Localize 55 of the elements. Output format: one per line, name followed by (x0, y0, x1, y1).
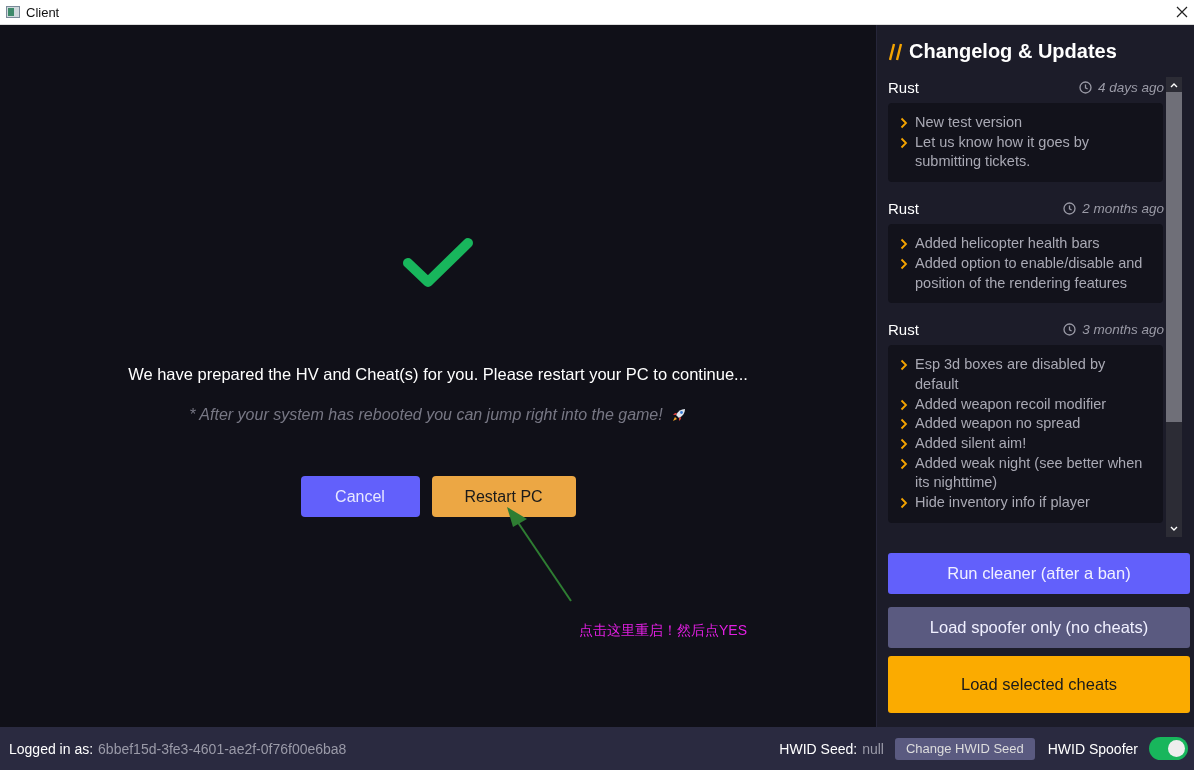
changelog-item: New test version (915, 113, 1023, 132)
scrollbar-thumb[interactable] (1166, 92, 1182, 422)
entry-time: 3 months ago (1082, 321, 1164, 337)
window-title: Client (26, 4, 60, 20)
entry-game: Rust (888, 320, 919, 338)
clock-icon (1063, 201, 1077, 215)
dialog-button[interactable]: Restart PC (431, 476, 576, 517)
change-seed-button[interactable]: Change HWID Seed (894, 737, 1035, 760)
changelog-item: Hide inventory info if player (915, 493, 1090, 513)
logged-in-label: Logged in as: (9, 740, 94, 757)
entry-time: 4 days ago (1097, 79, 1164, 95)
spoofer-toggle[interactable] (1149, 737, 1188, 760)
action-button[interactable]: Run cleaner (after a ban) (888, 553, 1190, 594)
entry-game: Rust (888, 199, 919, 217)
entry-game: Rust (888, 78, 919, 96)
changelog-item: Added weapon recoil modifier (915, 394, 1107, 414)
chevron-icon (900, 497, 908, 510)
scroll-down-icon[interactable] (1170, 526, 1178, 532)
rocket-icon (670, 407, 687, 423)
changelog-item: Added weak night (see better when its nighttime) (915, 453, 1144, 493)
reboot-note: * After your system has rebooted you can jump right into the game! (189, 406, 663, 424)
chevron-icon (900, 418, 908, 431)
changelog-item: Let us know how it goes by submitting tickets. (915, 132, 1091, 172)
chevron-icon (900, 257, 908, 270)
chevron-icon (900, 438, 908, 451)
clock-icon (1063, 322, 1077, 336)
close-icon[interactable] (1176, 6, 1188, 18)
spoofer-label: HWID Spoofer (1047, 740, 1138, 757)
action-button[interactable]: Load spoofer only (no cheats) (888, 607, 1190, 648)
checkmark-icon (402, 237, 474, 289)
changelog-item: Added helicopter health bars (915, 234, 1100, 254)
changelog-item: Esp 3d boxes are disabled by default (915, 355, 1107, 394)
app-icon (6, 6, 20, 18)
chevron-icon (900, 398, 908, 411)
changelog-title: Changelog & Updates (909, 40, 1117, 63)
chevron-icon (900, 359, 908, 372)
action-button[interactable]: Load selected cheats (888, 656, 1190, 713)
annotation-text: 点击这里重启！然后点YES (579, 622, 747, 640)
chevron-icon (900, 457, 908, 470)
scrollbar[interactable] (1166, 77, 1182, 537)
slash-icon (889, 42, 903, 61)
changelog-item: Added silent aim! (915, 434, 1027, 454)
changelog-item: Added option to enable/disable and position of the rendering features (915, 253, 1144, 293)
scroll-up-icon[interactable] (1170, 82, 1178, 88)
changelog-item: Added weapon no spread (915, 414, 1081, 434)
user-id: 6bbef15d-3fe3-4601-ae2f-0f76f00e6ba8 (98, 740, 347, 757)
dialog-button[interactable]: Cancel (300, 476, 420, 517)
entry-time: 2 months ago (1082, 200, 1164, 216)
hwid-seed-label: HWID Seed: (779, 740, 858, 757)
chevron-icon (900, 117, 908, 129)
hwid-seed-value: null (862, 740, 884, 757)
chevron-icon (900, 238, 908, 251)
restart-message: We have prepared the HV and Cheat(s) for you. Please restart your PC to continue... (128, 365, 748, 384)
clock-icon (1078, 80, 1092, 94)
chevron-icon (900, 136, 908, 149)
